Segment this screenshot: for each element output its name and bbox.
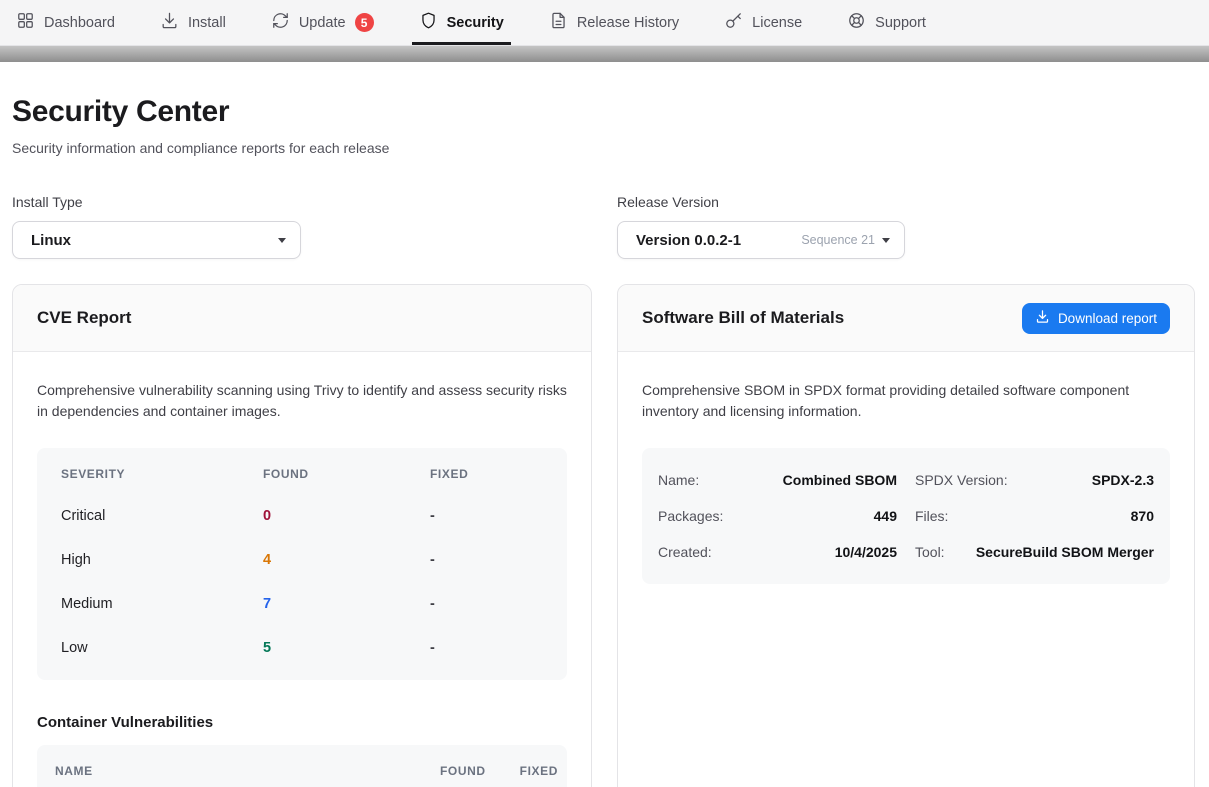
page-title: Security Center: [12, 94, 1195, 130]
install-type-label: Install Type: [12, 194, 592, 210]
severity-name: Critical: [61, 508, 263, 524]
dashboard-grid-icon: [16, 11, 35, 34]
nav-item-update[interactable]: Update 5: [271, 0, 374, 45]
nav-label: Update: [299, 15, 346, 31]
table-row: Low 5 -: [61, 626, 543, 670]
release-version-value: Version 0.0.2-1: [636, 232, 741, 249]
container-vulnerabilities-table-header: NAME FOUND FIXED: [37, 745, 567, 787]
top-nav: Dashboard Install Update 5 Security Rele…: [0, 0, 1209, 46]
severity-name: Low: [61, 640, 263, 656]
cve-card-title: CVE Report: [37, 308, 131, 328]
sbom-info-grid: Name: Combined SBOM SPDX Version: SPDX-2…: [642, 448, 1170, 584]
cve-card-body: Comprehensive vulnerability scanning usi…: [13, 352, 591, 787]
info-label: Tool:: [915, 544, 945, 560]
release-version-select[interactable]: Version 0.0.2-1 Sequence 21: [617, 221, 905, 259]
sequence-hint: Sequence 21: [801, 233, 875, 247]
nav-label: Install: [188, 15, 226, 31]
download-report-label: Download report: [1058, 311, 1157, 326]
cve-report-card: CVE Report Comprehensive vulnerability s…: [12, 284, 592, 787]
download-report-button[interactable]: Download report: [1022, 303, 1170, 334]
chevron-down-icon: [882, 238, 890, 243]
refresh-icon: [271, 11, 290, 34]
nav-item-license[interactable]: License: [724, 0, 802, 45]
sbom-description: Comprehensive SBOM in SPDX format provid…: [642, 380, 1170, 422]
chevron-down-icon: [278, 238, 286, 243]
cve-description: Comprehensive vulnerability scanning usi…: [37, 380, 567, 422]
sbom-info-files: Files: 870: [915, 498, 1154, 534]
table-row: High 4 -: [61, 538, 543, 582]
fixed-count: -: [430, 508, 543, 524]
nav-label: Release History: [577, 15, 679, 31]
sbom-card: Software Bill of Materials Download repo…: [617, 284, 1195, 787]
download-icon: [160, 11, 179, 34]
info-value: 870: [1131, 508, 1154, 524]
nav-item-security[interactable]: Security: [419, 0, 504, 45]
found-count: 5: [263, 640, 430, 656]
nav-label: Security: [447, 15, 504, 31]
sbom-card-title: Software Bill of Materials: [642, 308, 844, 328]
info-label: Files:: [915, 508, 948, 524]
update-count-badge: 5: [355, 13, 374, 32]
nav-shadow-divider: [0, 46, 1209, 62]
nav-item-dashboard[interactable]: Dashboard: [16, 0, 115, 45]
table-row: Critical 0 -: [61, 494, 543, 538]
info-label: Name:: [658, 472, 699, 488]
main-content: Security Center Security information and…: [0, 94, 1209, 787]
sbom-info-packages: Packages: 449: [658, 498, 897, 534]
sbom-info-tool: Tool: SecureBuild SBOM Merger: [915, 534, 1154, 570]
severity-table-header: SEVERITY FOUND FIXED: [61, 454, 543, 494]
sbom-card-header: Software Bill of Materials Download repo…: [618, 285, 1194, 352]
sbom-info-spdx-version: SPDX Version: SPDX-2.3: [915, 462, 1154, 498]
col-found: FOUND: [263, 467, 430, 481]
release-version-label: Release Version: [617, 194, 1195, 210]
sbom-card-body: Comprehensive SBOM in SPDX format provid…: [618, 352, 1194, 584]
nav-label: License: [752, 15, 802, 31]
download-icon: [1035, 309, 1050, 327]
nav-item-release-history[interactable]: Release History: [549, 0, 679, 45]
info-value: SPDX-2.3: [1092, 472, 1154, 488]
info-label: Packages:: [658, 508, 723, 524]
col-name: NAME: [55, 764, 440, 778]
nav-label: Support: [875, 15, 926, 31]
release-version-meta: Sequence 21: [801, 233, 890, 247]
col-fixed: FIXED: [520, 764, 558, 778]
document-icon: [549, 11, 568, 34]
nav-label: Dashboard: [44, 15, 115, 31]
sbom-info-name: Name: Combined SBOM: [658, 462, 897, 498]
sbom-info-created: Created: 10/4/2025: [658, 534, 897, 570]
lifebuoy-icon: [847, 11, 866, 34]
fixed-count: -: [430, 552, 543, 568]
cve-card-header: CVE Report: [13, 285, 591, 352]
cards-row: CVE Report Comprehensive vulnerability s…: [12, 284, 1195, 787]
nav-item-support[interactable]: Support: [847, 0, 926, 45]
info-value: Combined SBOM: [783, 472, 897, 488]
found-count: 0: [263, 508, 430, 524]
nav-item-install[interactable]: Install: [160, 0, 226, 45]
info-value: 449: [874, 508, 897, 524]
fixed-count: -: [430, 640, 543, 656]
found-count: 4: [263, 552, 430, 568]
key-icon: [724, 11, 743, 34]
container-vulnerabilities-title: Container Vulnerabilities: [37, 714, 567, 731]
severity-name: Medium: [61, 596, 263, 612]
severity-name: High: [61, 552, 263, 568]
release-version-group: Release Version Version 0.0.2-1 Sequence…: [617, 194, 1195, 259]
install-type-select[interactable]: Linux: [12, 221, 301, 259]
install-type-value: Linux: [31, 232, 71, 249]
col-fixed: FIXED: [430, 467, 543, 481]
col-severity: SEVERITY: [61, 467, 263, 481]
severity-table: SEVERITY FOUND FIXED Critical 0 - High 4…: [37, 448, 567, 680]
page-subtitle: Security information and compliance repo…: [12, 140, 1195, 156]
install-type-group: Install Type Linux: [12, 194, 592, 259]
shield-icon: [419, 11, 438, 34]
found-count: 7: [263, 596, 430, 612]
table-row: Medium 7 -: [61, 582, 543, 626]
info-value: 10/4/2025: [835, 544, 897, 560]
col-found: FOUND: [440, 764, 486, 778]
filters-row: Install Type Linux Release Version Versi…: [12, 194, 1195, 259]
info-value: SecureBuild SBOM Merger: [976, 544, 1154, 560]
fixed-count: -: [430, 596, 543, 612]
info-label: SPDX Version:: [915, 472, 1008, 488]
info-label: Created:: [658, 544, 712, 560]
